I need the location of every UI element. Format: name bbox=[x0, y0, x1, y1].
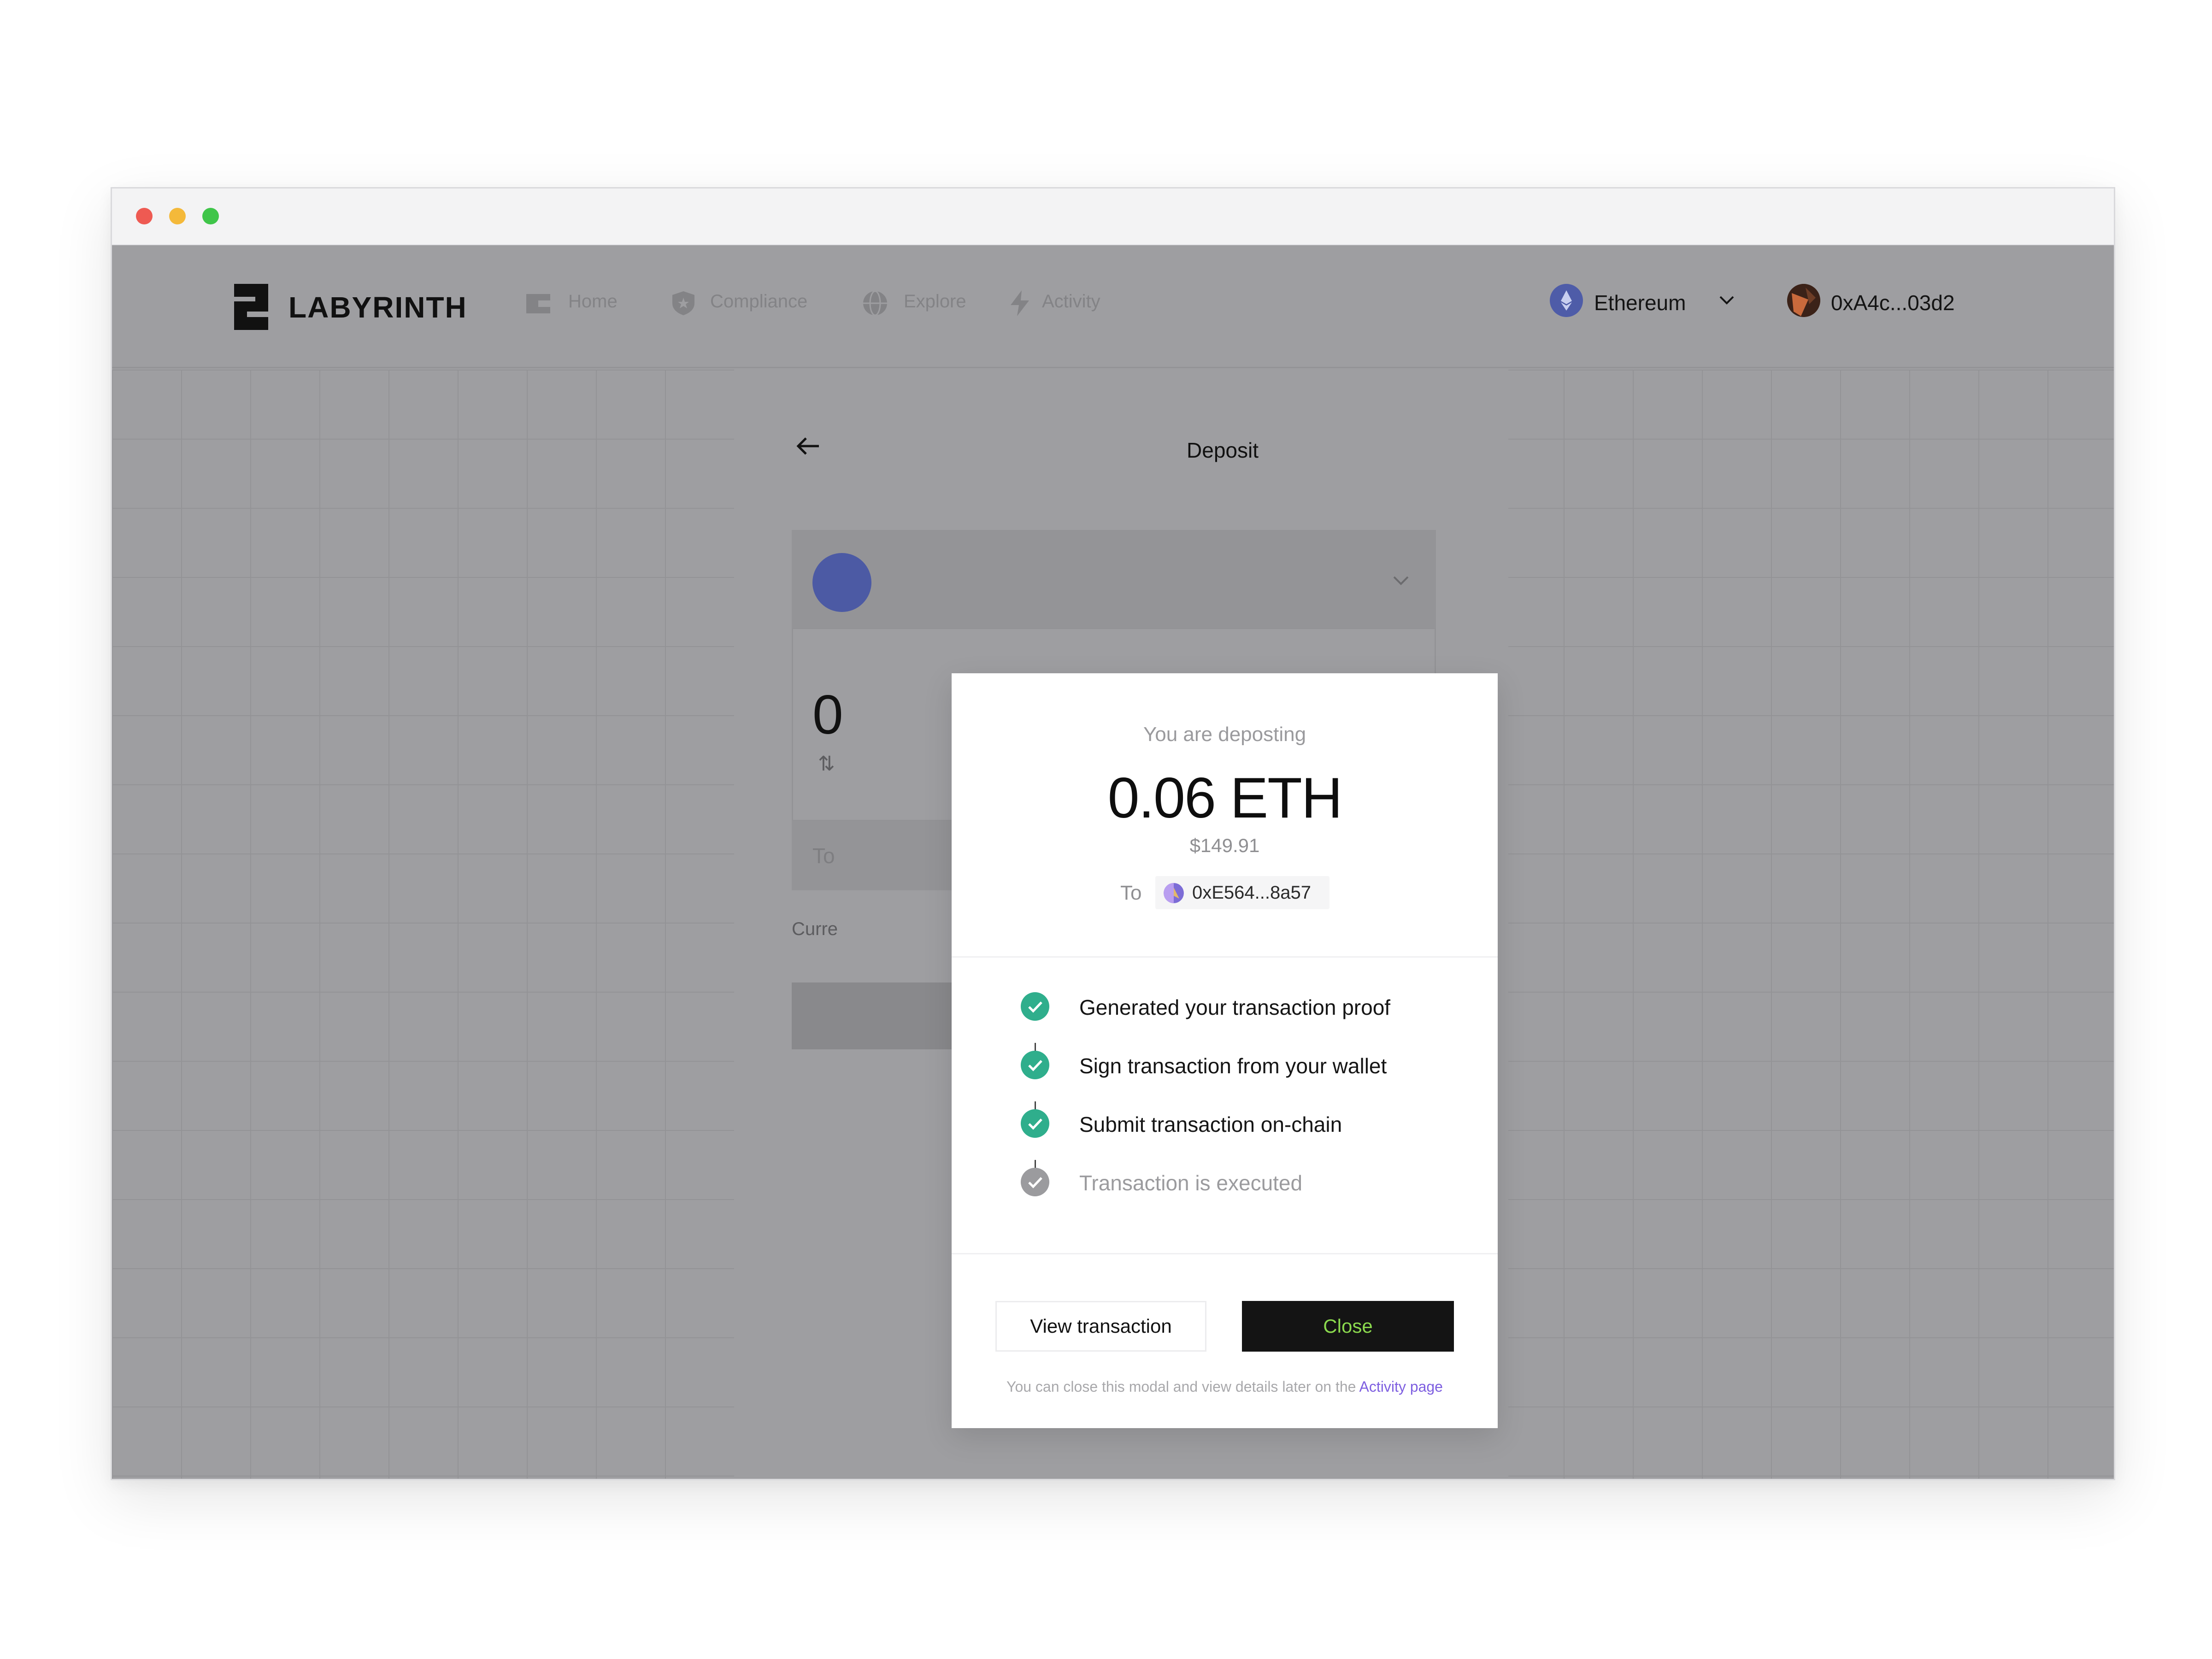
globe-icon bbox=[863, 290, 887, 316]
shield-icon bbox=[672, 291, 694, 315]
close-button[interactable]: Close bbox=[1242, 1301, 1454, 1352]
progress-step: Generated your transaction proof bbox=[952, 990, 1498, 1027]
ethereum-icon bbox=[1550, 284, 1583, 317]
progress-step: Sign transaction from your wallet bbox=[952, 1049, 1498, 1086]
divider bbox=[952, 1253, 1498, 1254]
check-circle-icon bbox=[1021, 1168, 1049, 1196]
modal-footnote: You can close this modal and view detail… bbox=[952, 1378, 1498, 1395]
back-arrow-icon[interactable] bbox=[794, 432, 823, 460]
recipient-address-pill[interactable]: 0xE564...8a57 bbox=[1155, 876, 1330, 909]
check-circle-icon bbox=[1021, 992, 1049, 1021]
recipient-label: To bbox=[1120, 882, 1142, 904]
swap-icon[interactable]: ⇅ bbox=[818, 752, 835, 776]
modal-subtitle: You are deposting bbox=[1143, 723, 1306, 746]
top-navigation: LABYRINTH Home Compliance Explore Activi… bbox=[112, 245, 2114, 368]
divider bbox=[952, 956, 1498, 958]
recipient-address: 0xE564...8a57 bbox=[1192, 882, 1311, 903]
recipient-label: To bbox=[812, 844, 835, 868]
nav-item-home[interactable]: Home bbox=[568, 291, 618, 312]
nav-item-activity[interactable]: Activity bbox=[1042, 291, 1100, 312]
ethereum-token-icon bbox=[812, 553, 871, 612]
avatar bbox=[1787, 284, 1820, 317]
progress-step: Transaction is executed bbox=[952, 1166, 1498, 1203]
step-label: Sign transaction from your wallet bbox=[1079, 1054, 1387, 1078]
amount-value: 0 bbox=[812, 684, 843, 746]
labyrinth-logo-icon[interactable] bbox=[234, 284, 268, 330]
step-label: Transaction is executed bbox=[1079, 1171, 1303, 1195]
check-circle-icon bbox=[1021, 1109, 1049, 1138]
chevron-down-icon bbox=[1393, 576, 1409, 585]
step-label: Submit transaction on-chain bbox=[1079, 1112, 1342, 1136]
wallet-icon bbox=[526, 294, 550, 313]
check-circle-icon bbox=[1021, 1051, 1049, 1079]
deposit-progress-modal: You are deposting 0.06 ETH $149.91 To 0x… bbox=[952, 673, 1498, 1428]
brand-name[interactable]: LABYRINTH bbox=[288, 290, 467, 324]
window-titlebar bbox=[112, 188, 2114, 245]
wallet-address: 0xA4c...03d2 bbox=[1831, 291, 1955, 315]
asset-selector[interactable] bbox=[792, 530, 1436, 628]
window-maximize-button[interactable] bbox=[202, 208, 219, 224]
progress-step: Submit transaction on-chain bbox=[952, 1107, 1498, 1144]
nav-item-compliance[interactable]: Compliance bbox=[710, 291, 807, 312]
nav-item-explore[interactable]: Explore bbox=[904, 291, 966, 312]
browser-window: LABYRINTH Home Compliance Explore Activi… bbox=[111, 187, 2115, 1480]
window-minimize-button[interactable] bbox=[169, 208, 186, 224]
deposit-usd-value: $149.91 bbox=[1189, 835, 1260, 856]
network-label: Ethereum bbox=[1594, 291, 1686, 315]
window-close-button[interactable] bbox=[136, 208, 153, 224]
lightning-icon bbox=[1011, 290, 1029, 316]
step-label: Generated your transaction proof bbox=[1079, 995, 1391, 1019]
page-title: Deposit bbox=[1187, 438, 1259, 462]
deposit-amount: 0.06 ETH bbox=[1107, 766, 1343, 830]
view-transaction-button[interactable]: View transaction bbox=[995, 1301, 1206, 1352]
footnote-text: You can close this modal and view detail… bbox=[1006, 1378, 1359, 1395]
avatar bbox=[1164, 883, 1184, 903]
chevron-down-icon bbox=[1719, 296, 1734, 305]
activity-page-link[interactable]: Activity page bbox=[1359, 1378, 1443, 1395]
current-label: Curre bbox=[792, 919, 838, 939]
